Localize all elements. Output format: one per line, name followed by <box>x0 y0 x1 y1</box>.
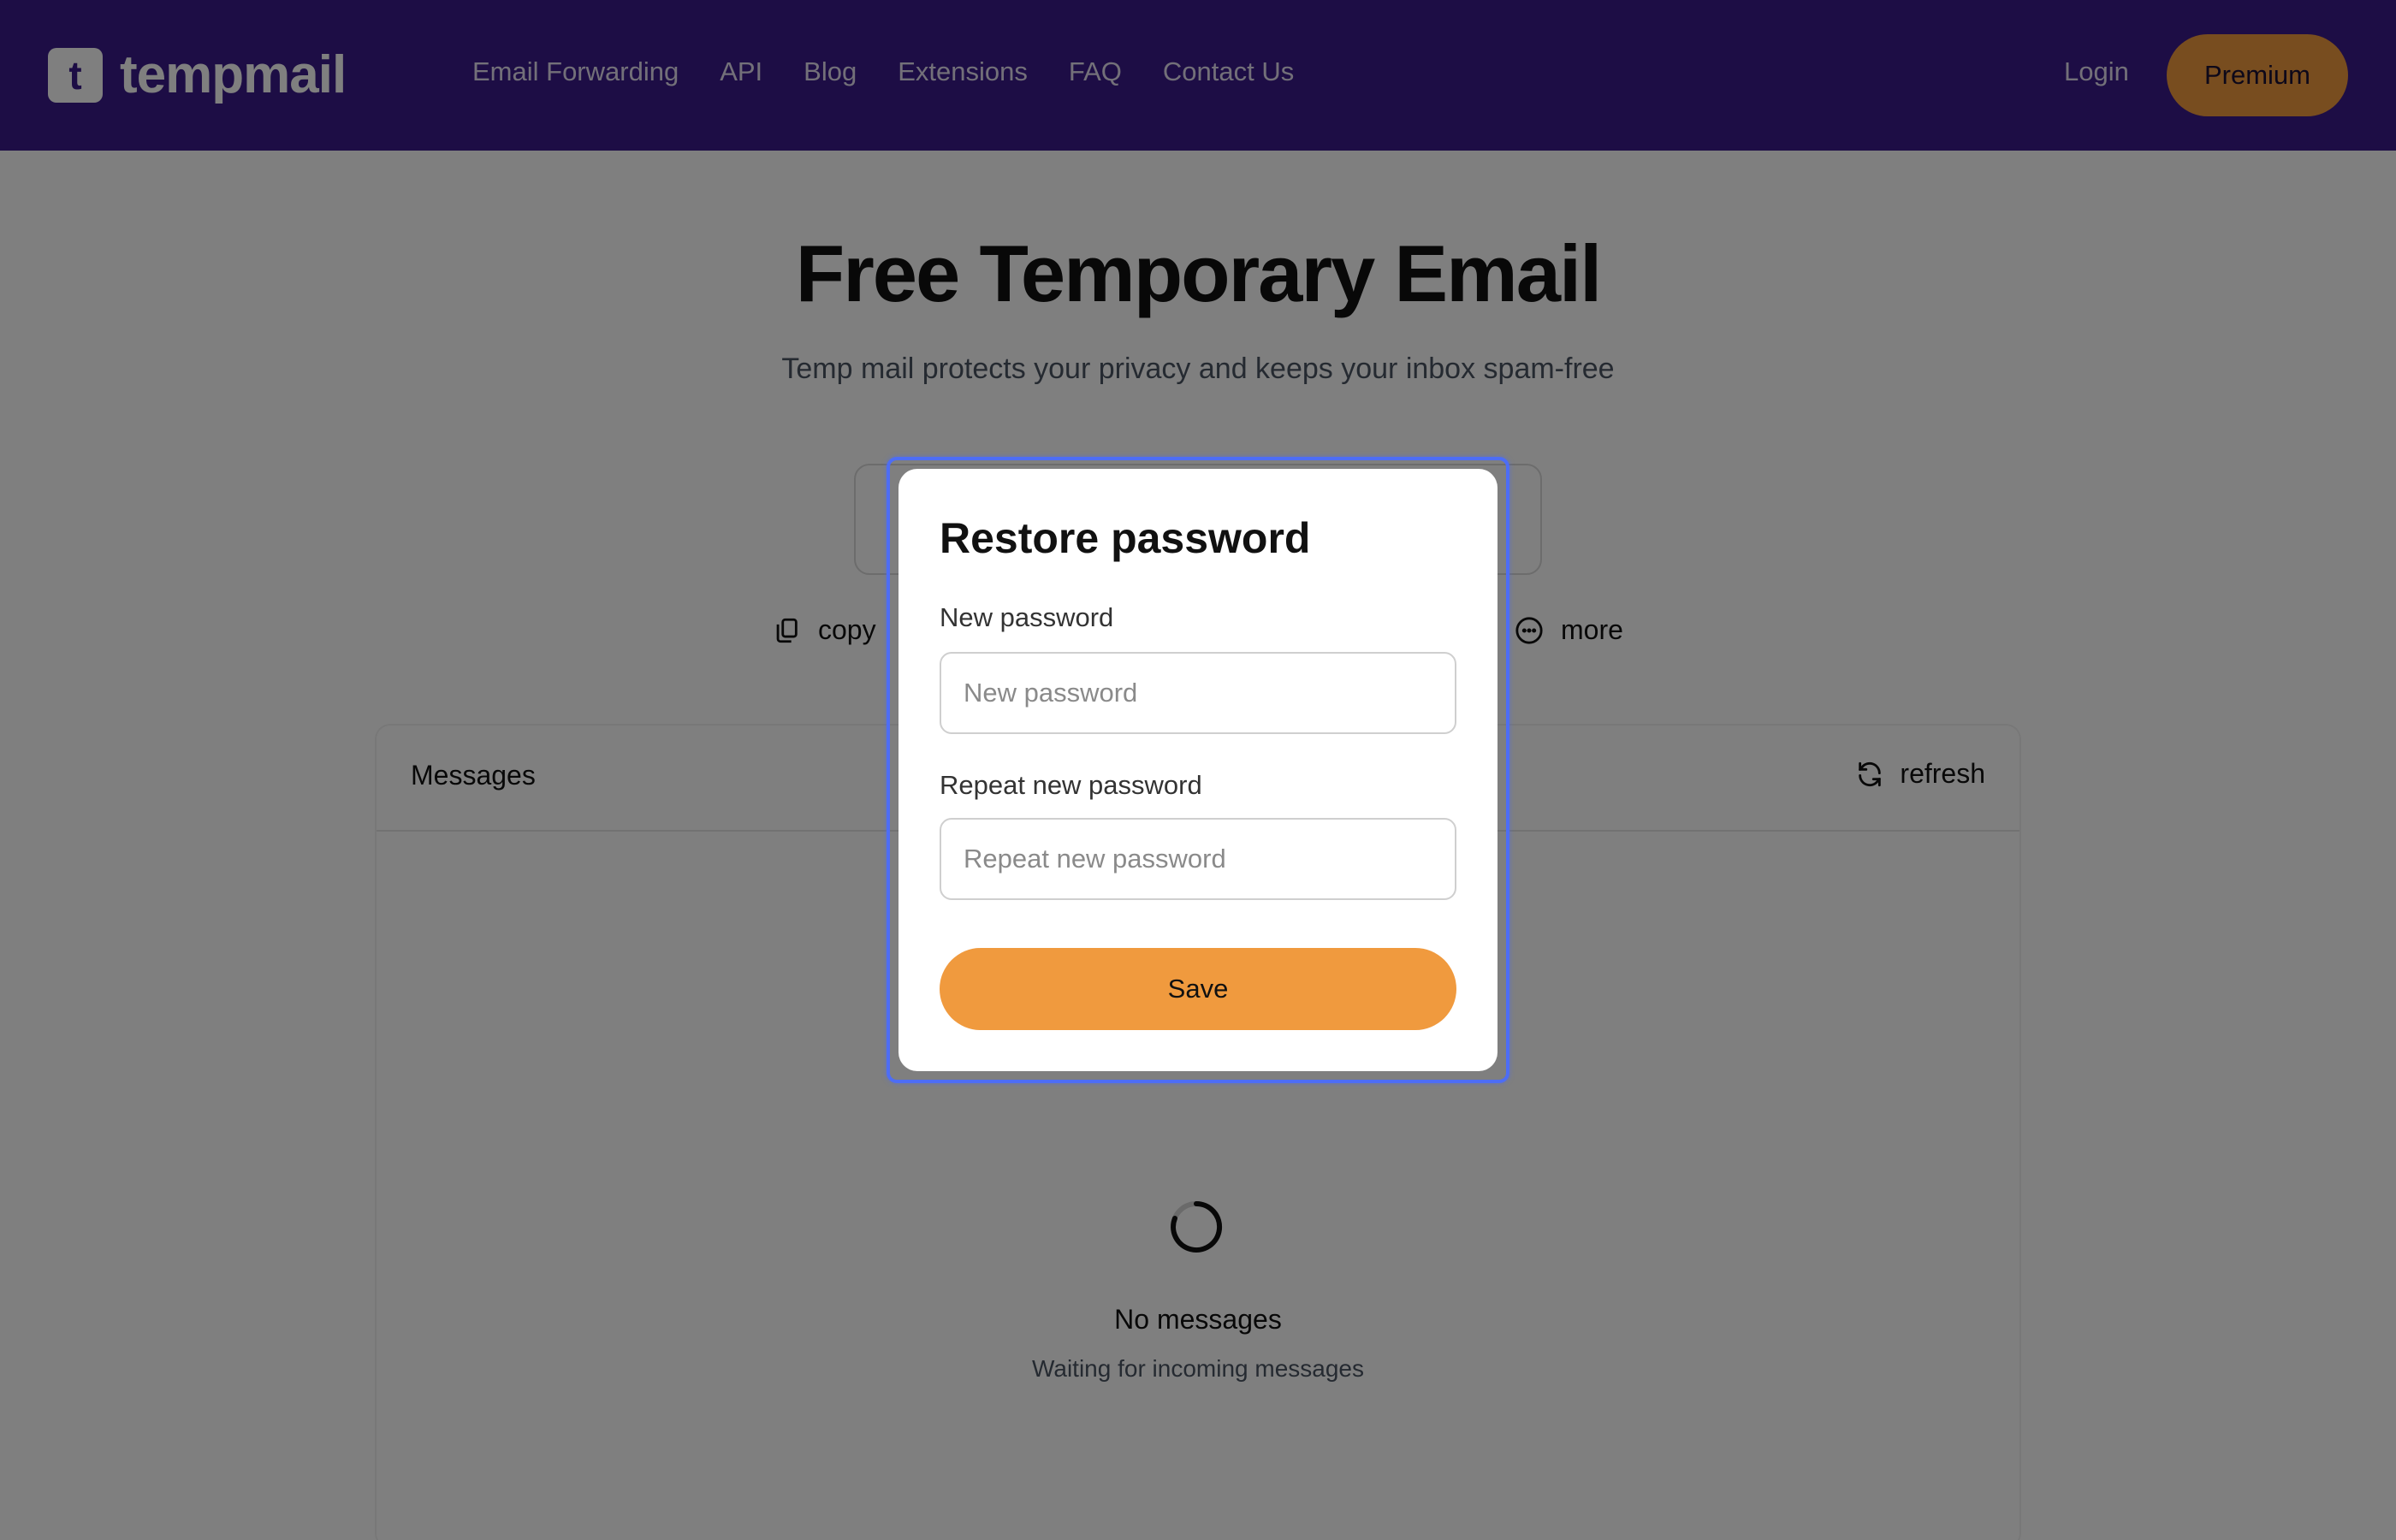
repeat-password-input[interactable] <box>940 818 1456 900</box>
new-password-input[interactable] <box>940 652 1456 734</box>
save-button[interactable]: Save <box>940 948 1456 1030</box>
dialog-title: Restore password <box>940 514 1311 562</box>
restore-password-dialog: Restore password New password Repeat new… <box>898 469 1498 1071</box>
repeat-password-label: Repeat new password <box>940 770 1202 800</box>
new-password-label: New password <box>940 602 1114 632</box>
